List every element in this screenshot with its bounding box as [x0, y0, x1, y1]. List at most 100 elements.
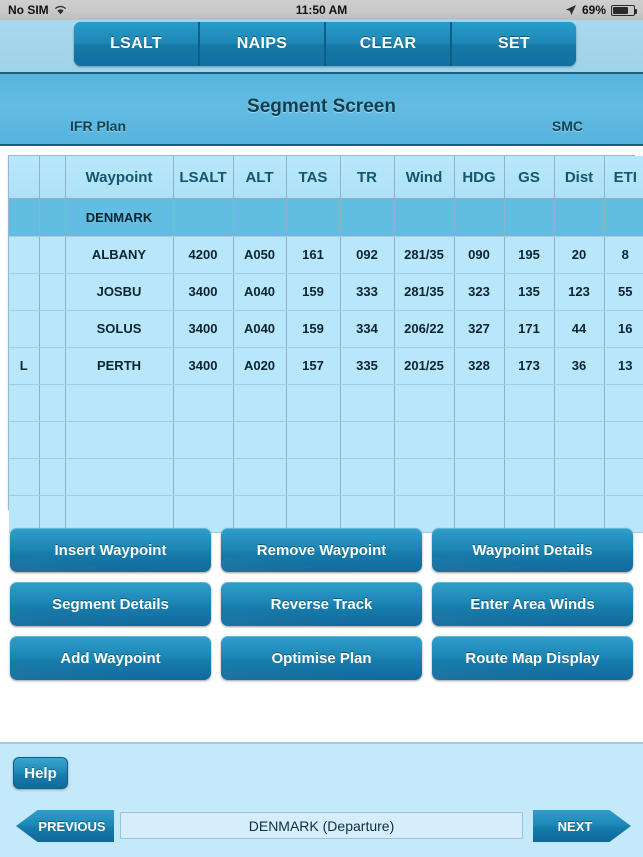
add-waypoint-button[interactable]: Add Waypoint — [10, 636, 211, 680]
action-button-label: Enter Area Winds — [470, 595, 595, 613]
cell-alt — [233, 458, 287, 496]
cell-flag — [9, 199, 40, 237]
cell-gs — [504, 199, 555, 237]
cell-waypoint — [65, 458, 174, 496]
cell-spacer — [39, 384, 66, 422]
col-header-tr: TR — [340, 156, 395, 200]
status-bar-left: No SIM — [8, 3, 67, 17]
cell-tas — [286, 421, 341, 459]
cell-dist — [554, 199, 605, 237]
cell-eti: 8 — [604, 236, 643, 274]
cell-lsalt — [173, 458, 234, 496]
cell-waypoint: ALBANY — [65, 236, 174, 274]
cell-tas: 159 — [286, 310, 341, 348]
cell-wind — [394, 458, 455, 496]
route-map-display-button[interactable]: Route Map Display — [432, 636, 633, 680]
cell-flag — [9, 421, 40, 459]
cell-gs — [504, 495, 555, 533]
cell-hdg: 323 — [454, 273, 505, 311]
cell-spacer — [39, 236, 66, 274]
segmented-control[interactable]: LSALT NAIPS CLEAR SET — [74, 22, 576, 66]
reverse-track-button[interactable]: Reverse Track — [221, 582, 422, 626]
table-row[interactable] — [9, 458, 643, 496]
table-row[interactable] — [9, 384, 643, 422]
cell-dist — [554, 495, 605, 533]
cell-wind — [394, 199, 455, 237]
cell-gs: 173 — [504, 347, 555, 385]
cell-flag — [9, 384, 40, 422]
cell-wind: 201/25 — [394, 347, 455, 385]
col-header-hdg: HDG — [454, 156, 505, 200]
cell-tas — [286, 384, 341, 422]
action-button-label: Segment Details — [52, 595, 169, 613]
enter-area-winds-button[interactable]: Enter Area Winds — [432, 582, 633, 626]
cell-tas — [286, 495, 341, 533]
segment-lsalt[interactable]: LSALT — [74, 22, 198, 66]
cell-gs: 171 — [504, 310, 555, 348]
cell-tas: 161 — [286, 236, 341, 274]
segment-set[interactable]: SET — [450, 22, 576, 66]
cell-spacer — [39, 495, 66, 533]
wifi-icon — [54, 5, 67, 15]
cell-waypoint: JOSBU — [65, 273, 174, 311]
help-button[interactable]: Help — [13, 757, 68, 789]
cell-lsalt: 3400 — [173, 310, 234, 348]
cell-flag — [9, 236, 40, 274]
ifr-plan-label[interactable]: IFR Plan — [70, 118, 126, 134]
col-header-wind: Wind — [394, 156, 455, 200]
cell-hdg — [454, 421, 505, 459]
cell-waypoint — [65, 421, 174, 459]
cell-waypoint: PERTH — [65, 347, 174, 385]
cell-dist — [554, 421, 605, 459]
cell-spacer — [39, 199, 66, 237]
cell-waypoint — [65, 495, 174, 533]
col-header-lsalt: LSALT — [173, 156, 234, 200]
cell-tas — [286, 199, 341, 237]
cell-dist: 123 — [554, 273, 605, 311]
cell-eti — [604, 384, 643, 422]
next-button[interactable]: NEXT — [533, 810, 631, 842]
cell-eti: 16 — [604, 310, 643, 348]
action-button-label: Reverse Track — [270, 595, 373, 613]
cell-hdg — [454, 495, 505, 533]
waypoint-details-button[interactable]: Waypoint Details — [432, 528, 633, 572]
col-header-tas: TAS — [286, 156, 341, 200]
col-header-flag — [9, 156, 40, 200]
cell-spacer — [39, 273, 66, 311]
cell-dist: 20 — [554, 236, 605, 274]
cell-tas: 159 — [286, 273, 341, 311]
action-button-label: Remove Waypoint — [256, 541, 387, 559]
segment-clear[interactable]: CLEAR — [324, 22, 450, 66]
table-header-row: Waypoint LSALT ALT TAS TR Wind HDG GS Di… — [9, 156, 643, 200]
cell-eti — [604, 458, 643, 496]
cell-tr — [340, 384, 395, 422]
segment-naips[interactable]: NAIPS — [198, 22, 324, 66]
table-row[interactable] — [9, 421, 643, 459]
col-header-dist: Dist — [554, 156, 605, 200]
optimise-plan-button[interactable]: Optimise Plan — [221, 636, 422, 680]
segment-table: Waypoint LSALT ALT TAS TR Wind HDG GS Di… — [9, 156, 643, 533]
table-row[interactable]: SOLUS 3400 A040 159 334 206/22 327 171 44 16 — [9, 310, 643, 348]
previous-button[interactable]: PREVIOUS — [16, 810, 114, 842]
table-row[interactable]: L PERTH 3400 A020 157 335 201/25 328 173 36 13 — [9, 347, 643, 385]
action-button-label: Insert Waypoint — [54, 541, 167, 559]
page-title: Segment Screen — [247, 96, 396, 117]
cell-wind — [394, 421, 455, 459]
insert-waypoint-button[interactable]: Insert Waypoint — [10, 528, 211, 572]
segment-details-button[interactable]: Segment Details — [10, 582, 211, 626]
cell-hdg: 328 — [454, 347, 505, 385]
cell-wind: 281/35 — [394, 273, 455, 311]
smc-label[interactable]: SMC — [552, 118, 583, 134]
cell-tas — [286, 458, 341, 496]
current-waypoint-field[interactable]: DENMARK (Departure) — [120, 812, 523, 839]
table-row[interactable]: DENMARK — [9, 199, 643, 237]
cell-dist — [554, 458, 605, 496]
cell-spacer — [39, 310, 66, 348]
cell-tr: 092 — [340, 236, 395, 274]
table-row[interactable]: JOSBU 3400 A040 159 333 281/35 323 135 123 55 — [9, 273, 643, 311]
table-row[interactable]: ALBANY 4200 A050 161 092 281/35 090 195 20 8 — [9, 236, 643, 274]
col-header-spacer — [39, 156, 66, 200]
table-row[interactable] — [9, 495, 643, 533]
remove-waypoint-button[interactable]: Remove Waypoint — [221, 528, 422, 572]
cell-gs — [504, 421, 555, 459]
